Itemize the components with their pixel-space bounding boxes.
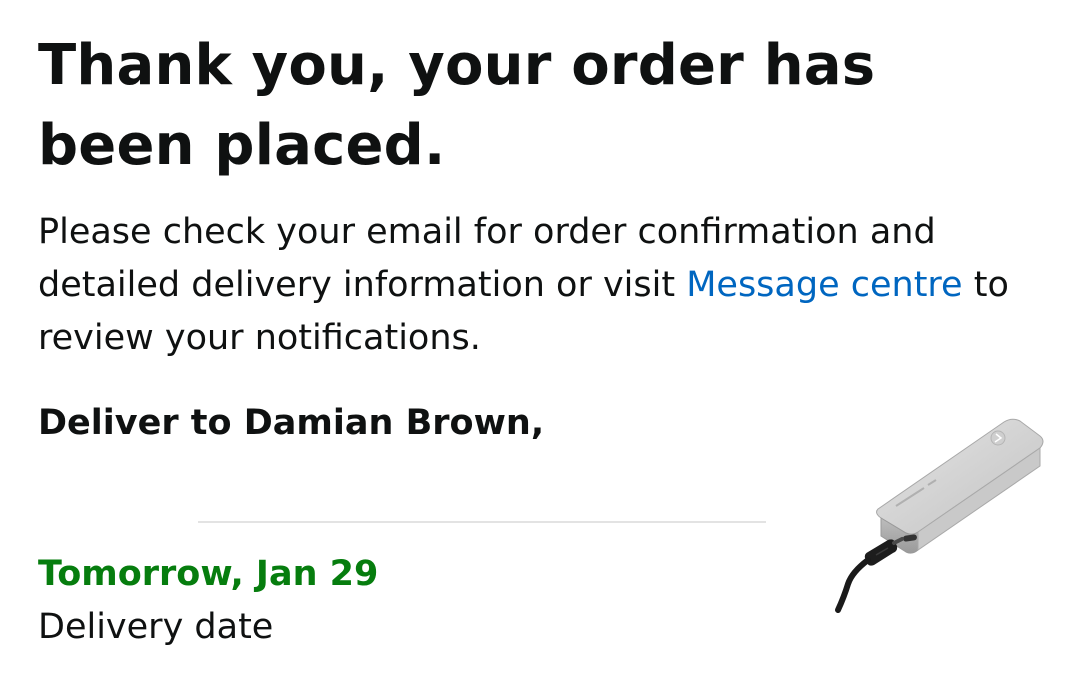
delivery-date-caption: Delivery date <box>38 607 274 647</box>
section-divider <box>38 521 766 523</box>
delivery-date: Tomorrow, Jan 29 <box>38 554 379 594</box>
order-confirmation-heading: Thank you, your order has been placed. <box>38 33 876 178</box>
message-centre-link[interactable]: Message centre <box>686 265 962 305</box>
product-image[interactable] <box>826 412 1056 622</box>
order-confirmation-message: Please check your email for order confir… <box>38 206 1048 365</box>
deliver-to-name: Deliver to Damian Brown, <box>38 403 545 443</box>
